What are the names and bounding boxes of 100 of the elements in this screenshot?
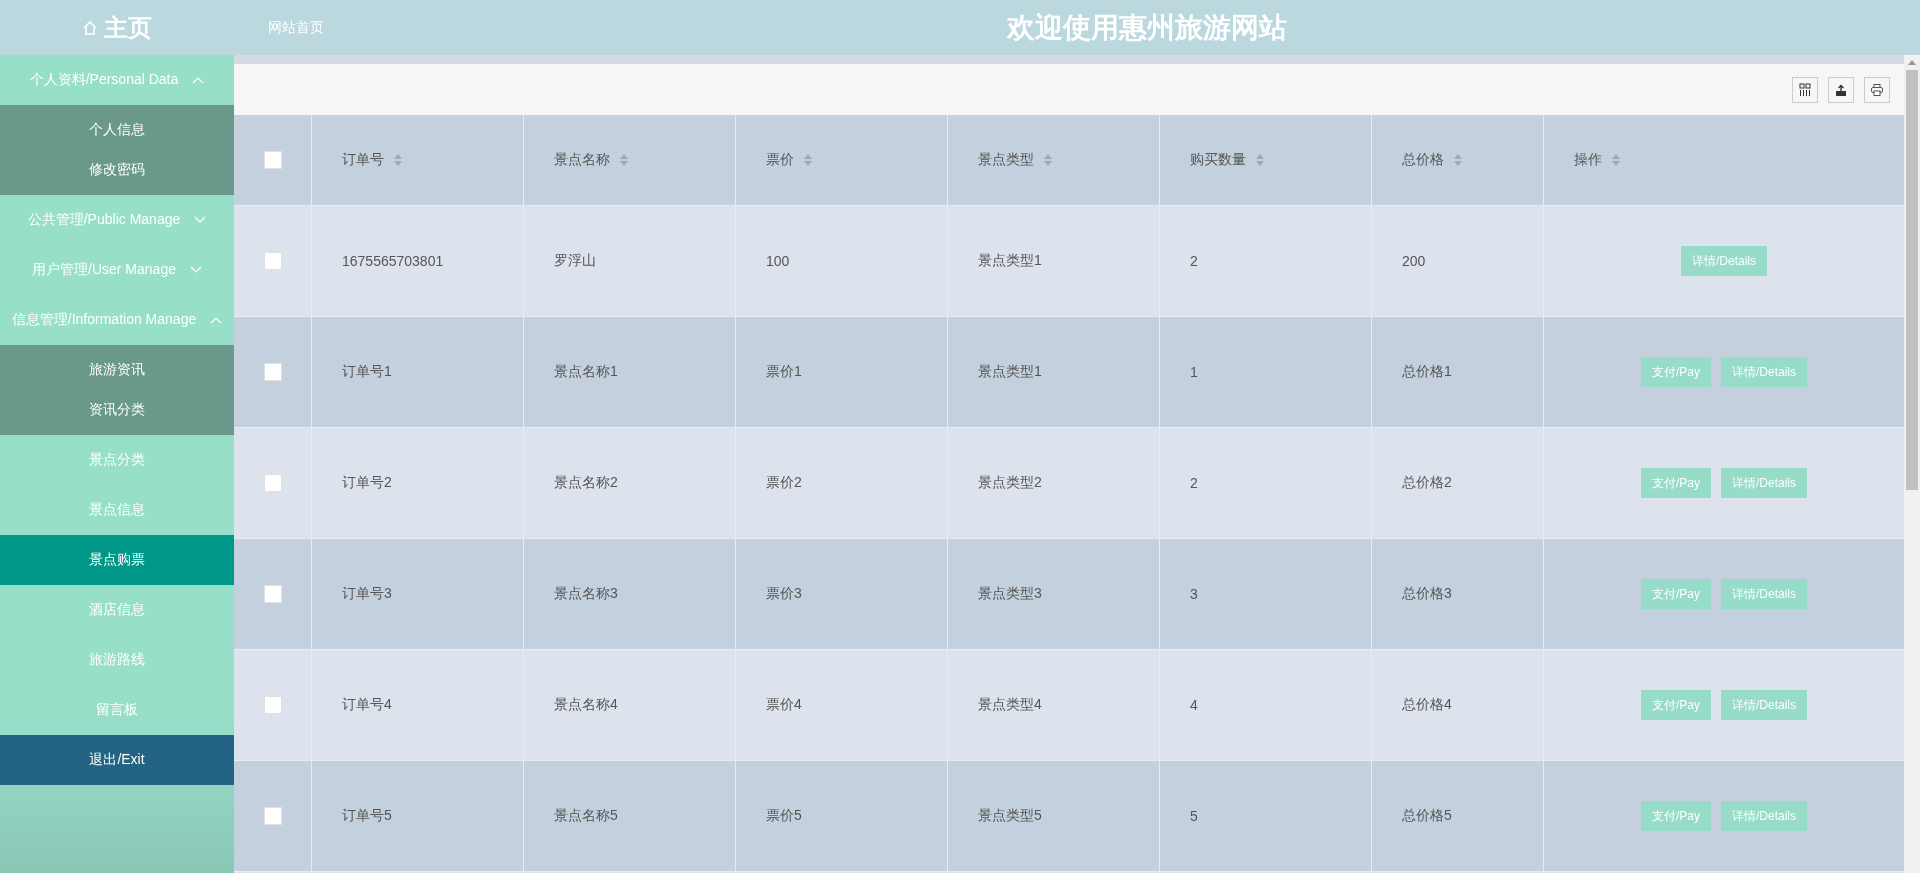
table-cell: 景点类型1 xyxy=(978,252,1042,270)
table-cell: 景点类型1 xyxy=(978,363,1042,381)
table-cell: 3 xyxy=(1190,586,1198,602)
scroll-up-icon[interactable] xyxy=(1908,60,1916,65)
logo-text[interactable]: 主页 xyxy=(104,11,152,44)
table-cell: 5 xyxy=(1190,808,1198,824)
table-cell: 总价格3 xyxy=(1402,585,1452,603)
submenu-item[interactable]: 个人信息 xyxy=(0,110,234,150)
chevron-up-icon xyxy=(192,76,205,84)
column-header[interactable]: 总价格 xyxy=(1402,151,1444,169)
column-header[interactable]: 操作 xyxy=(1574,151,1602,169)
sort-icon[interactable] xyxy=(1044,154,1052,166)
table-cell: 1 xyxy=(1190,364,1198,380)
table-cell: 4 xyxy=(1190,697,1198,713)
table-cell: 景点类型4 xyxy=(978,696,1042,714)
columns-button[interactable] xyxy=(1792,76,1818,103)
table-cell: 景点名称3 xyxy=(554,585,618,603)
menu-group[interactable]: 用户管理/User Manage xyxy=(0,245,234,295)
sort-icon[interactable] xyxy=(1256,154,1264,166)
column-header[interactable]: 票价 xyxy=(766,151,794,169)
table-cell: 200 xyxy=(1402,253,1426,269)
row-checkbox[interactable] xyxy=(263,252,282,270)
table-cell: 景点类型5 xyxy=(978,807,1042,825)
chevron-up-icon xyxy=(210,316,223,324)
table-cell: 1675565703801 xyxy=(342,253,444,269)
row-checkbox[interactable] xyxy=(263,363,282,381)
table-cell: 2 xyxy=(1190,253,1198,269)
table-cell: 订单号5 xyxy=(342,807,392,825)
table-cell: 总价格1 xyxy=(1402,363,1452,381)
table-cell: 景点名称2 xyxy=(554,474,618,492)
scrollbar[interactable] xyxy=(1904,55,1920,873)
home-link[interactable]: 网站首页 xyxy=(268,18,324,37)
menu-group[interactable]: 信息管理/Information Manage xyxy=(0,295,234,345)
scrollbar-thumb[interactable] xyxy=(1906,70,1918,490)
submenu-item[interactable]: 旅游资讯 xyxy=(0,350,234,390)
print-button[interactable] xyxy=(1864,76,1890,103)
pay-button[interactable]: 支付/Pay xyxy=(1641,357,1711,387)
details-button[interactable]: 详情/Details xyxy=(1721,690,1807,720)
sort-icon[interactable] xyxy=(394,154,402,166)
table-cell: 订单号2 xyxy=(342,474,392,492)
row-checkbox[interactable] xyxy=(263,474,282,492)
pay-button[interactable]: 支付/Pay xyxy=(1641,801,1711,831)
table-cell: 景点名称5 xyxy=(554,807,618,825)
export-icon xyxy=(1834,82,1848,97)
export-button[interactable] xyxy=(1828,76,1854,103)
details-button[interactable]: 详情/Details xyxy=(1681,246,1767,276)
menu-item[interactable]: 景点分类 xyxy=(0,435,234,485)
site-title: 欢迎使用惠州旅游网站 xyxy=(1007,10,1287,45)
table-cell: 订单号4 xyxy=(342,696,392,714)
pay-button[interactable]: 支付/Pay xyxy=(1641,579,1711,609)
table-cell: 票价1 xyxy=(766,363,802,381)
table-cell: 景点类型2 xyxy=(978,474,1042,492)
menu-item[interactable]: 留言板 xyxy=(0,685,234,735)
submenu-item[interactable]: 资讯分类 xyxy=(0,390,234,430)
chevron-down-icon xyxy=(189,266,202,274)
row-checkbox[interactable] xyxy=(263,585,282,603)
table-cell: 总价格4 xyxy=(1402,696,1452,714)
details-button[interactable]: 详情/Details xyxy=(1721,801,1807,831)
table-cell: 100 xyxy=(766,253,790,269)
table-cell: 订单号3 xyxy=(342,585,392,603)
table-cell: 总价格5 xyxy=(1402,807,1452,825)
menu-item[interactable]: 酒店信息 xyxy=(0,585,234,635)
menu-group[interactable]: 个人资料/Personal Data xyxy=(0,55,234,105)
table-cell: 景点名称1 xyxy=(554,363,618,381)
table-cell: 票价5 xyxy=(766,807,802,825)
menu-item[interactable]: 景点购票 xyxy=(0,535,234,585)
pay-button[interactable]: 支付/Pay xyxy=(1641,468,1711,498)
column-header[interactable]: 购买数量 xyxy=(1190,151,1246,169)
column-header[interactable]: 订单号 xyxy=(342,151,384,169)
details-button[interactable]: 详情/Details xyxy=(1721,468,1807,498)
table-cell: 2 xyxy=(1190,475,1198,491)
menu-item[interactable]: 景点信息 xyxy=(0,485,234,535)
pay-button[interactable]: 支付/Pay xyxy=(1641,690,1711,720)
menu-item[interactable]: 旅游路线 xyxy=(0,635,234,685)
table-cell: 票价4 xyxy=(766,696,802,714)
columns-icon xyxy=(1798,82,1812,97)
exit-button[interactable]: 退出/Exit xyxy=(0,735,234,785)
table-cell: 罗浮山 xyxy=(554,252,596,270)
table-cell: 票价3 xyxy=(766,585,802,603)
column-header[interactable]: 景点类型 xyxy=(978,151,1034,169)
table-cell: 订单号1 xyxy=(342,363,392,381)
home-icon xyxy=(82,19,98,36)
chevron-down-icon xyxy=(194,216,207,224)
sort-icon[interactable] xyxy=(1454,154,1462,166)
sort-icon[interactable] xyxy=(804,154,812,166)
row-checkbox[interactable] xyxy=(263,696,282,714)
details-button[interactable]: 详情/Details xyxy=(1721,579,1807,609)
details-button[interactable]: 详情/Details xyxy=(1721,357,1807,387)
menu-group[interactable]: 公共管理/Public Manage xyxy=(0,195,234,245)
column-header[interactable]: 景点名称 xyxy=(554,151,610,169)
print-icon xyxy=(1870,82,1884,97)
table-cell: 总价格2 xyxy=(1402,474,1452,492)
table-cell: 景点名称4 xyxy=(554,696,618,714)
sort-icon[interactable] xyxy=(1612,154,1620,166)
submenu-item[interactable]: 修改密码 xyxy=(0,150,234,190)
table-cell: 景点类型3 xyxy=(978,585,1042,603)
table-cell: 票价2 xyxy=(766,474,802,492)
row-checkbox[interactable] xyxy=(263,807,282,825)
sort-icon[interactable] xyxy=(620,154,628,166)
select-all-checkbox[interactable] xyxy=(263,151,282,169)
